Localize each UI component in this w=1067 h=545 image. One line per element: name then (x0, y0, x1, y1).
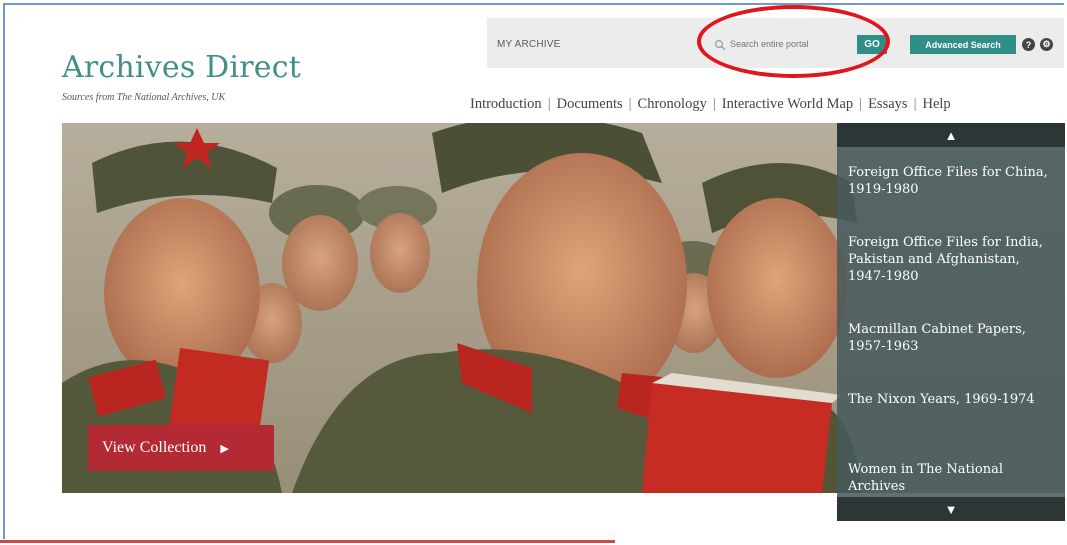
advanced-search-button[interactable]: Advanced Search (910, 35, 1016, 54)
go-button[interactable]: GO (857, 35, 887, 54)
nav-introduction[interactable]: Introduction (470, 96, 542, 113)
carousel-up-arrow-icon[interactable]: ▲ (837, 123, 1065, 147)
carousel-item-china[interactable]: Foreign Office Files for China, 1919-198… (848, 164, 1053, 198)
search-icon (714, 38, 726, 51)
search-box[interactable] (714, 35, 854, 53)
carousel-item-macmillan[interactable]: Macmillan Cabinet Papers, 1957-1963 (848, 321, 1053, 355)
settings-icon[interactable]: ⚙ (1040, 38, 1053, 51)
site-logo-title[interactable]: Archives Direct (62, 50, 301, 85)
nav-interactive-world-map[interactable]: Interactive World Map (722, 96, 853, 113)
view-collection-label: View Collection (102, 439, 207, 456)
nav-essays[interactable]: Essays (868, 96, 907, 113)
nav-separator: | (628, 96, 632, 112)
play-arrow-icon: ▶ (220, 442, 229, 455)
search-input[interactable] (726, 39, 850, 49)
bottom-rule (0, 540, 615, 543)
nav-help[interactable]: Help (922, 96, 950, 113)
help-icon[interactable]: ? (1022, 38, 1035, 51)
carousel-item-women[interactable]: Women in The National Archives (848, 461, 1053, 495)
carousel-item-nixon[interactable]: The Nixon Years, 1969-1974 (848, 391, 1053, 408)
nav-separator: | (547, 96, 551, 112)
nav-separator: | (712, 96, 716, 112)
site-logo-subtitle: Sources from The National Archives, UK (62, 92, 226, 103)
nav-separator: | (913, 96, 917, 112)
carousel-item-india[interactable]: Foreign Office Files for India, Pakistan… (848, 234, 1053, 285)
nav-documents[interactable]: Documents (557, 96, 623, 113)
nav-separator: | (859, 96, 863, 112)
my-archive-link[interactable]: MY ARCHIVE (497, 39, 561, 50)
nav-chronology[interactable]: Chronology (638, 96, 707, 113)
collections-carousel: ▲ Foreign Office Files for China, 1919-1… (837, 123, 1065, 521)
view-collection-button[interactable]: View Collection ▶ (88, 425, 274, 471)
carousel-down-arrow-icon[interactable]: ▼ (837, 497, 1065, 521)
main-nav: Introduction | Documents | Chronology | … (470, 96, 951, 113)
top-utility-bar: MY ARCHIVE GO Advanced Search ? ⚙ (487, 18, 1064, 68)
